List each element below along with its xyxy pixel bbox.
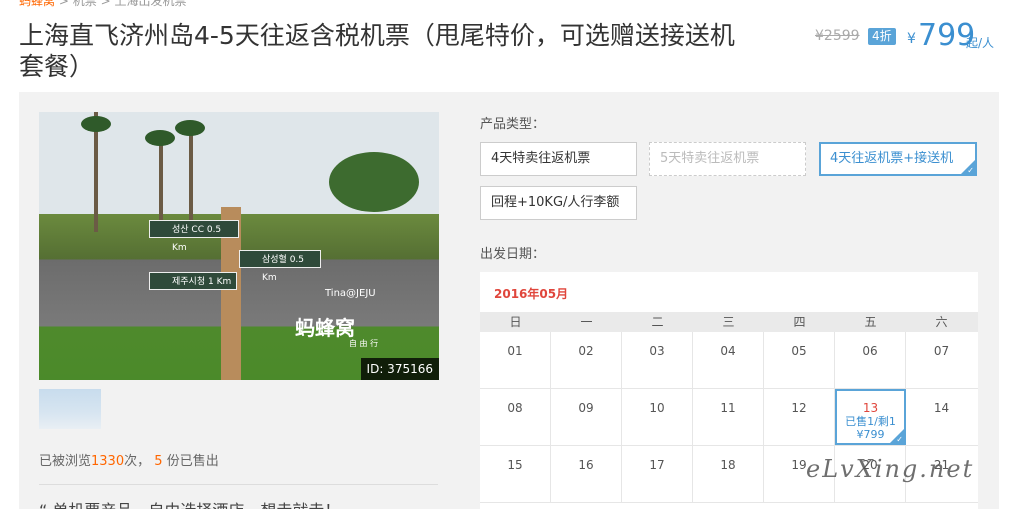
photo-watermark-brand: 蚂蜂窝: [295, 316, 355, 340]
weekday-label: 四: [793, 315, 806, 329]
option-4day-flight-transfer[interactable]: 4天往返机票+接送机 ✓: [819, 142, 977, 176]
view-stats: 已被浏览1330次， 5 份已售出: [39, 450, 219, 469]
palm-frond: [81, 116, 111, 132]
sold-count: 5: [154, 454, 163, 469]
calendar-day: 09: [551, 389, 622, 445]
check-icon: ✓: [896, 435, 903, 444]
divider: [39, 484, 438, 485]
palm-frond: [145, 130, 175, 146]
direction-sign: 삼성혈 0.5 Km: [239, 250, 321, 283]
calendar-day: 04: [693, 332, 764, 388]
calendar-day: 11: [693, 389, 764, 445]
calendar-day: 02: [551, 332, 622, 388]
calendar-day: 07: [933, 344, 950, 358]
photo-watermark-sub: 自 由 行: [349, 339, 379, 348]
calendar-day: 05: [764, 332, 835, 388]
calendar-day: 08: [480, 389, 551, 445]
calendar-month: 2016年05月: [494, 287, 569, 301]
calendar-week: 01 02 03 04 05 06 07: [480, 332, 978, 389]
calendar-day: 15: [480, 446, 551, 502]
discount-badge: 4折: [868, 28, 896, 45]
option-label: 5天特卖往返机票: [660, 151, 760, 166]
option-label: 回程+10KG/人行李额: [491, 195, 620, 210]
direction-sign: 제주시청 1 Km: [149, 272, 237, 290]
option-label: 4天特卖往返机票: [491, 151, 591, 166]
option-label: 4天往返机票+接送机: [830, 151, 954, 166]
calendar-day: 01: [480, 332, 551, 388]
site-watermark: eLvXing.net: [806, 455, 975, 483]
image-id-tag: ID: 375166: [360, 358, 439, 380]
option-5day-flight[interactable]: 5天特卖往返机票: [649, 142, 806, 176]
calendar-day: 18: [693, 446, 764, 502]
breadcrumb-item[interactable]: 蚂蜂窝: [19, 0, 55, 8]
calendar-day: 17: [622, 446, 693, 502]
calendar-day: 03: [622, 332, 693, 388]
check-icon: ✓: [967, 166, 974, 175]
sold-suffix: 份已售出: [166, 454, 219, 469]
calendar-day: 14: [933, 401, 950, 415]
product-description: “ 单机票产品，自由选择酒店，想走就走！: [39, 497, 340, 509]
weekday-label: 三: [722, 315, 735, 329]
breadcrumb-item[interactable]: 上海出发机票: [114, 0, 186, 8]
breadcrumb-item[interactable]: 机票: [73, 0, 97, 8]
product-title: 上海直飞济州岛4-5天往返含税机票（甩尾特价，可选赠送接送机套餐）: [19, 21, 735, 81]
currency-symbol: ¥: [907, 31, 916, 47]
option-4day-flight[interactable]: 4天特卖往返机票: [480, 142, 637, 176]
photo-thumbnail[interactable]: [39, 389, 101, 429]
calendar-day: 10: [622, 389, 693, 445]
palm-trunk: [159, 132, 163, 232]
calendar-day-selected[interactable]: 13 已售1/剩1 ¥799 ✓: [835, 389, 906, 445]
direction-sign: 성산 CC 0.5 Km: [149, 220, 239, 253]
weekday-label: 一: [580, 315, 593, 329]
original-price: ¥2599: [815, 28, 860, 44]
weekday-label: 六: [935, 315, 948, 329]
selected-day-status: 已售1/剩1: [845, 415, 896, 428]
departure-date-label: 出发日期：: [480, 247, 546, 262]
breadcrumb: 蚂蜂窝 > 机票 > 上海出发机票: [19, 0, 186, 9]
palm-frond: [175, 120, 205, 136]
views-prefix: 已被浏览: [39, 454, 92, 469]
weekday-label: 五: [864, 315, 877, 329]
calendar-day: 12: [764, 389, 835, 445]
product-type-label: 产品类型：: [480, 117, 546, 132]
calendar-week: 08 09 10 11 12 13 已售1/剩1 ¥799 ✓ 14: [480, 389, 978, 446]
photo-watermark-small: Tina@JEJU: [325, 288, 376, 299]
breadcrumb-separator: >: [58, 0, 73, 8]
option-extra-luggage[interactable]: 回程+10KG/人行李额: [480, 186, 637, 220]
calendar-day: 16: [551, 446, 622, 502]
breadcrumb-separator: >: [100, 0, 115, 8]
product-main-photo[interactable]: 성산 CC 0.5 Km 삼성혈 0.5 Km 제주시청 1 Km Tina@J…: [39, 112, 439, 380]
selected-day-number: 13: [862, 401, 879, 415]
calendar-day: 06: [835, 332, 906, 388]
weekday-label: 日: [509, 315, 522, 329]
price-unit: 起/人: [966, 36, 995, 50]
calendar-weekday-header: 日 一 二 三 四 五 六: [480, 312, 978, 332]
weekday-label: 二: [651, 315, 664, 329]
views-count: 1330: [91, 454, 125, 469]
views-middle: 次，: [124, 454, 151, 469]
tree-foliage: [329, 152, 419, 212]
